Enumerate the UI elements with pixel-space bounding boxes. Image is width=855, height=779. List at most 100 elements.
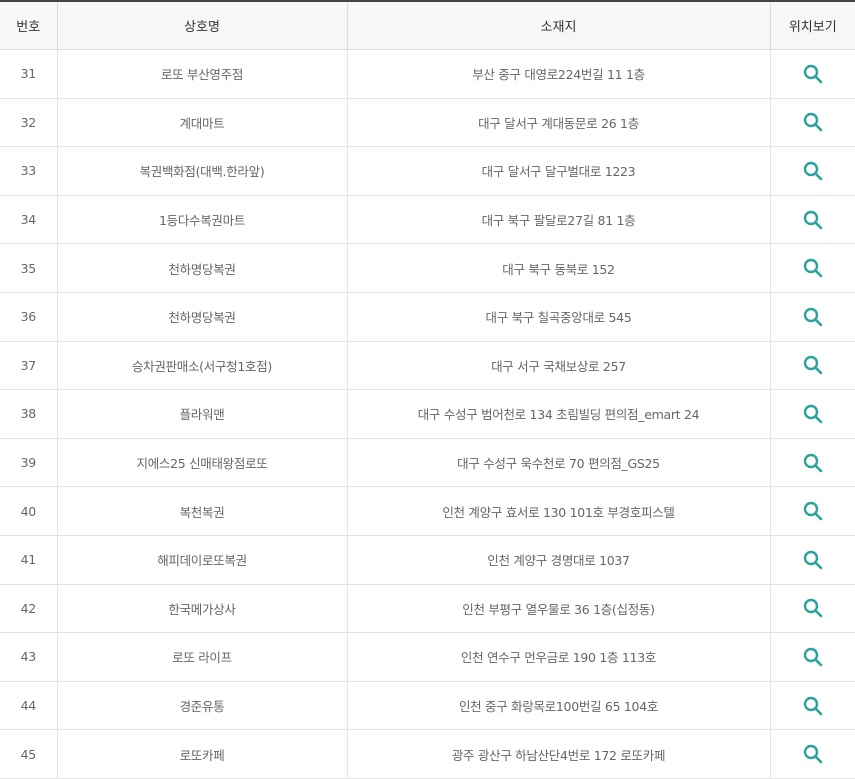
cell-no: 37	[0, 341, 58, 391]
cell-no: 40	[0, 486, 58, 536]
cell-name: 로또 라이프	[57, 632, 348, 682]
table-row: 38 플라워맨 대구 수성구 범어천로 134 초림빌딩 편의점_emart 2…	[0, 389, 855, 439]
view-location-button[interactable]	[800, 644, 826, 670]
cell-no: 38	[0, 389, 58, 439]
cell-map	[770, 243, 855, 293]
cell-map	[770, 584, 855, 634]
table-row: 37 승차권판매소(서구청1호점) 대구 서구 국채보상로 257	[0, 341, 855, 391]
view-location-button[interactable]	[800, 304, 826, 330]
table-header: 번호 상호명 소재지 위치보기	[0, 0, 855, 50]
cell-name: 천하명당복권	[57, 243, 348, 293]
cell-no: 32	[0, 98, 58, 148]
cell-map	[770, 341, 855, 391]
table-row: 44 경준유통 인천 중구 화랑목로100번길 65 104호	[0, 681, 855, 731]
table-row: 45 로또카페 광주 광산구 하남산단4번로 172 로또카페	[0, 729, 855, 779]
view-location-button[interactable]	[800, 158, 826, 184]
cell-map	[770, 98, 855, 148]
search-icon	[803, 210, 823, 230]
cell-map	[770, 438, 855, 488]
view-location-button[interactable]	[800, 498, 826, 524]
table-row: 36 천하명당복권 대구 북구 칠곡중앙대로 545	[0, 292, 855, 342]
cell-name: 플라워맨	[57, 389, 348, 439]
cell-address: 대구 달서구 달구벌대로 1223	[347, 146, 771, 196]
view-location-button[interactable]	[800, 450, 826, 476]
cell-map	[770, 49, 855, 99]
cell-name: 로또 부산영주점	[57, 49, 348, 99]
search-icon	[803, 112, 823, 132]
cell-address: 대구 수성구 범어천로 134 초림빌딩 편의점_emart 24	[347, 389, 771, 439]
table-row: 31 로또 부산영주점 부산 중구 대영로224번길 11 1층	[0, 49, 855, 99]
cell-name: 계대마트	[57, 98, 348, 148]
cell-no: 41	[0, 535, 58, 585]
cell-no: 45	[0, 729, 58, 779]
table-row: 34 1등다수복권마트 대구 북구 팔달로27길 81 1층	[0, 195, 855, 245]
cell-address: 대구 달서구 계대동문로 26 1층	[347, 98, 771, 148]
view-location-button[interactable]	[800, 352, 826, 378]
search-icon	[803, 744, 823, 764]
cell-address: 부산 중구 대영로224번길 11 1층	[347, 49, 771, 99]
cell-map	[770, 681, 855, 731]
cell-address: 광주 광산구 하남산단4번로 172 로또카페	[347, 729, 771, 779]
search-icon	[803, 161, 823, 181]
view-location-button[interactable]	[800, 109, 826, 135]
store-table: 번호 상호명 소재지 위치보기 31 로또 부산영주점 부산 중구 대영로224…	[0, 0, 855, 779]
view-location-button[interactable]	[800, 547, 826, 573]
table-row: 41 해피데이로또복권 인천 계양구 경명대로 1037	[0, 535, 855, 585]
cell-no: 36	[0, 292, 58, 342]
cell-map	[770, 389, 855, 439]
cell-address: 인천 계양구 경명대로 1037	[347, 535, 771, 585]
table-row: 43 로또 라이프 인천 연수구 먼우금로 190 1층 113호	[0, 632, 855, 682]
cell-name: 지에스25 신매태왕점로또	[57, 438, 348, 488]
table-row: 33 복권백화점(대백.한라앞) 대구 달서구 달구벌대로 1223	[0, 146, 855, 196]
cell-map	[770, 535, 855, 585]
header-address: 소재지	[347, 0, 771, 50]
cell-name: 천하명당복권	[57, 292, 348, 342]
cell-address: 인천 중구 화랑목로100번길 65 104호	[347, 681, 771, 731]
cell-name: 복천복권	[57, 486, 348, 536]
cell-no: 43	[0, 632, 58, 682]
view-location-button[interactable]	[800, 207, 826, 233]
search-icon	[803, 453, 823, 473]
search-icon	[803, 258, 823, 278]
search-icon	[803, 355, 823, 375]
header-name: 상호명	[57, 0, 348, 50]
header-no: 번호	[0, 0, 58, 50]
search-icon	[803, 404, 823, 424]
header-map: 위치보기	[770, 0, 855, 50]
table-row: 32 계대마트 대구 달서구 계대동문로 26 1층	[0, 98, 855, 148]
cell-name: 승차권판매소(서구청1호점)	[57, 341, 348, 391]
cell-map	[770, 632, 855, 682]
cell-map	[770, 486, 855, 536]
cell-name: 복권백화점(대백.한라앞)	[57, 146, 348, 196]
cell-address: 대구 수성구 욱수천로 70 편의점_GS25	[347, 438, 771, 488]
cell-name: 해피데이로또복권	[57, 535, 348, 585]
view-location-button[interactable]	[800, 255, 826, 281]
view-location-button[interactable]	[800, 693, 826, 719]
cell-name: 로또카페	[57, 729, 348, 779]
cell-map	[770, 195, 855, 245]
view-location-button[interactable]	[800, 595, 826, 621]
store-list: 번호 상호명 소재지 위치보기 31 로또 부산영주점 부산 중구 대영로224…	[0, 0, 855, 779]
search-icon	[803, 550, 823, 570]
search-icon	[803, 647, 823, 667]
table-row: 35 천하명당복권 대구 북구 동북로 152	[0, 243, 855, 293]
cell-address: 대구 북구 팔달로27길 81 1층	[347, 195, 771, 245]
cell-address: 인천 연수구 먼우금로 190 1층 113호	[347, 632, 771, 682]
cell-address: 인천 부평구 열우물로 36 1층(십정동)	[347, 584, 771, 634]
cell-no: 44	[0, 681, 58, 731]
table-row: 42 한국메가상사 인천 부평구 열우물로 36 1층(십정동)	[0, 584, 855, 634]
search-icon	[803, 696, 823, 716]
cell-no: 35	[0, 243, 58, 293]
cell-no: 34	[0, 195, 58, 245]
cell-name: 경준유통	[57, 681, 348, 731]
view-location-button[interactable]	[800, 401, 826, 427]
view-location-button[interactable]	[800, 741, 826, 767]
view-location-button[interactable]	[800, 61, 826, 87]
cell-map	[770, 292, 855, 342]
cell-name: 1등다수복권마트	[57, 195, 348, 245]
cell-address: 대구 북구 칠곡중앙대로 545	[347, 292, 771, 342]
cell-address: 대구 북구 동북로 152	[347, 243, 771, 293]
cell-map	[770, 729, 855, 779]
cell-address: 대구 서구 국채보상로 257	[347, 341, 771, 391]
cell-map	[770, 146, 855, 196]
